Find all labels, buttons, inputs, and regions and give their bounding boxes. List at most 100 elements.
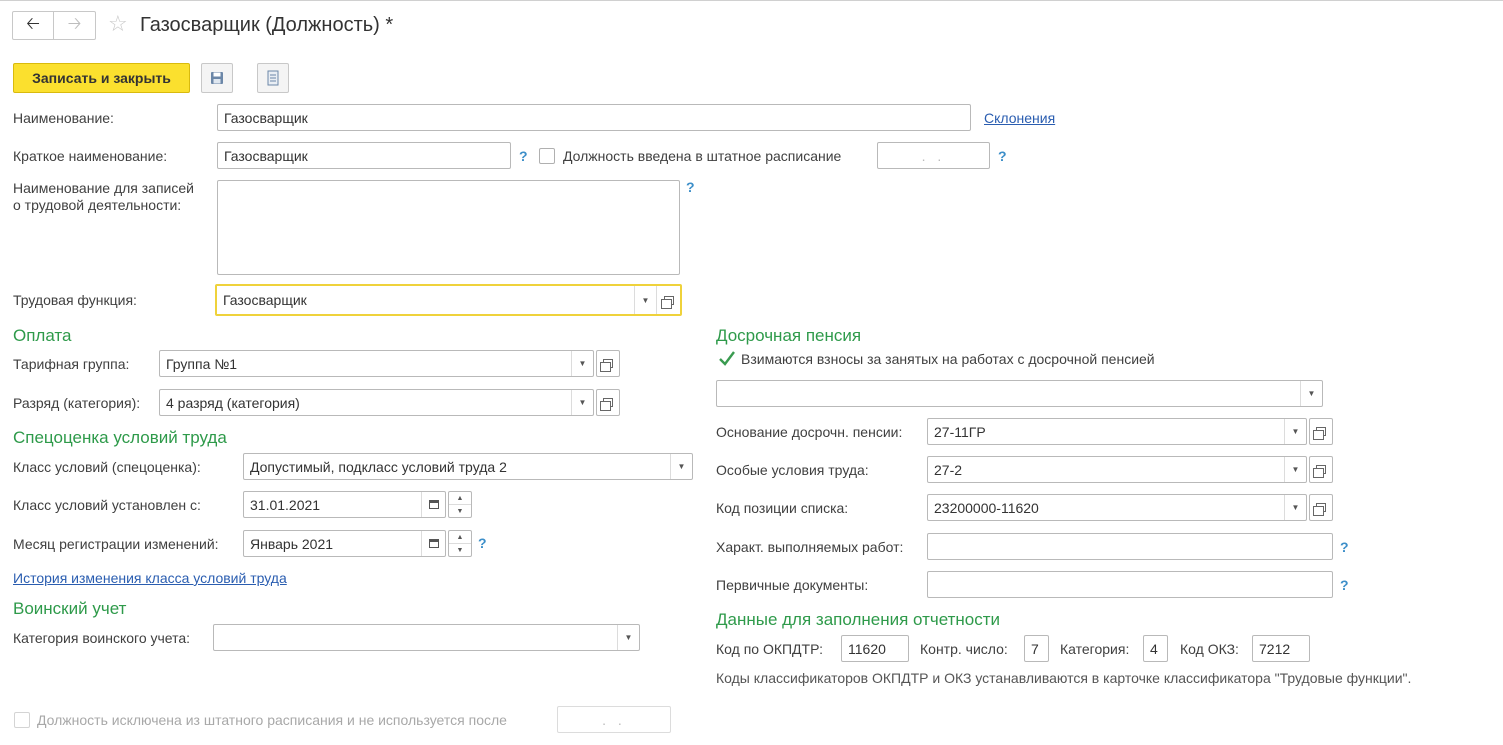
open-icon xyxy=(1313,465,1326,478)
okpdtr-input[interactable]: 11620 xyxy=(841,635,909,662)
contrib-type-select[interactable]: ▼ xyxy=(716,380,1323,407)
work-char-input[interactable] xyxy=(927,533,1333,560)
excluded-date-placeholder: . . xyxy=(602,711,626,728)
section-early-pension-title: Досрочная пенсия xyxy=(716,326,862,345)
military-category-label: Категория воинского учета: xyxy=(13,630,191,646)
spin-up-icon[interactable]: ▲ xyxy=(449,531,471,544)
spin-up-icon[interactable]: ▲ xyxy=(449,492,471,505)
arrow-left-icon: 🡠 xyxy=(26,14,40,33)
list-code-select[interactable]: 23200000-11620 ▼ xyxy=(927,494,1307,521)
save-and-close-button[interactable]: Записать и закрыть xyxy=(13,63,190,93)
list-code-label: Код позиции списка: xyxy=(716,500,849,516)
contrib-checkbox-label: Взимаются взносы за занятых на работах с… xyxy=(741,351,1155,367)
short-name-label: Краткое наименование: xyxy=(13,148,168,164)
arrow-right-icon: 🡢 xyxy=(67,14,82,33)
pension-basis-select[interactable]: 27-11ГР ▼ xyxy=(927,418,1307,445)
short-name-input[interactable]: Газосварщик xyxy=(217,142,511,169)
declensions-link[interactable]: Склонения xyxy=(984,110,1055,126)
pension-basis-open-button[interactable] xyxy=(1309,418,1333,445)
check-number-label: Контр. число: xyxy=(920,641,1008,657)
forward-button[interactable]: 🡢 xyxy=(54,12,95,39)
reg-month-input[interactable]: Январь 2021 xyxy=(243,530,446,557)
back-button[interactable]: 🡠 xyxy=(13,12,54,39)
reporting-note: Коды классификаторов ОКПДТР и ОКЗ устана… xyxy=(716,670,1412,686)
spin-down-icon[interactable]: ▼ xyxy=(449,505,471,517)
help-icon[interactable]: ? xyxy=(1340,539,1349,555)
name-label: Наименование: xyxy=(13,110,114,126)
more-actions-button[interactable] xyxy=(257,63,289,93)
chevron-down-icon[interactable]: ▼ xyxy=(1284,495,1306,520)
class-since-spinner[interactable]: ▲ ▼ xyxy=(448,491,472,518)
class-since-date-input[interactable]: 31.01.2021 xyxy=(243,491,446,518)
open-icon xyxy=(600,398,613,411)
nav-button-group: 🡠 🡢 xyxy=(12,11,96,40)
calendar-icon xyxy=(428,539,439,548)
tariff-group-value: Группа №1 xyxy=(166,355,238,372)
chevron-down-icon[interactable]: ▼ xyxy=(571,390,593,415)
reporting-category-input[interactable]: 4 xyxy=(1143,635,1168,662)
staff-date-placeholder: . . xyxy=(921,147,946,164)
excluded-checkbox-label: Должность исключена из штатного расписан… xyxy=(37,712,507,728)
grade-select[interactable]: 4 разряд (категория) ▼ xyxy=(159,389,594,416)
name-input[interactable]: Газосварщик xyxy=(217,104,971,131)
staff-date-input[interactable]: . . xyxy=(877,142,990,169)
class-value: Допустимый, подкласс условий труда 2 xyxy=(250,458,507,475)
class-select[interactable]: Допустимый, подкласс условий труда 2 ▼ xyxy=(243,453,693,480)
help-icon[interactable]: ? xyxy=(519,148,528,164)
chevron-down-icon[interactable]: ▼ xyxy=(1300,381,1322,406)
section-special-assessment-title: Спецоценка условий труда xyxy=(13,428,227,447)
chevron-down-icon[interactable]: ▼ xyxy=(571,351,593,376)
tariff-group-open-button[interactable] xyxy=(596,350,620,377)
work-char-label: Характ. выполняемых работ: xyxy=(716,539,904,555)
military-category-select[interactable]: ▼ xyxy=(213,624,640,651)
chevron-down-icon[interactable]: ▼ xyxy=(1284,419,1306,444)
check-number-input[interactable]: 7 xyxy=(1024,635,1049,662)
special-conditions-open-button[interactable] xyxy=(1309,456,1333,483)
grade-open-button[interactable] xyxy=(596,389,620,416)
list-code-open-button[interactable] xyxy=(1309,494,1333,521)
chevron-down-icon[interactable]: ▼ xyxy=(670,454,692,479)
reg-month-value: Январь 2021 xyxy=(250,535,334,552)
chevron-down-icon[interactable]: ▼ xyxy=(1284,457,1306,482)
help-icon[interactable]: ? xyxy=(686,179,695,195)
star-icon[interactable]: ☆ xyxy=(108,12,128,36)
chevron-down-icon[interactable]: ▼ xyxy=(617,625,639,650)
reporting-category-label: Категория: xyxy=(1060,641,1130,657)
window-title: Газосварщик (Должность) * xyxy=(140,14,394,36)
open-icon xyxy=(1313,503,1326,516)
section-reporting-title: Данные для заполнения отчетности xyxy=(716,610,1001,629)
work-record-textarea[interactable] xyxy=(217,180,680,275)
help-icon[interactable]: ? xyxy=(1340,577,1349,593)
contrib-checkbox[interactable] xyxy=(718,350,736,368)
calendar-icon xyxy=(428,500,439,509)
okz-label: Код ОКЗ: xyxy=(1180,641,1239,657)
class-label: Класс условий (спецоценка): xyxy=(13,459,201,475)
pension-basis-value: 27-11ГР xyxy=(934,423,986,440)
calendar-button[interactable] xyxy=(421,531,445,556)
grade-value: 4 разряд (категория) xyxy=(166,394,300,411)
help-icon[interactable]: ? xyxy=(998,148,1007,164)
reg-month-label: Месяц регистрации изменений: xyxy=(13,536,219,552)
tariff-group-select[interactable]: Группа №1 ▼ xyxy=(159,350,594,377)
open-icon[interactable] xyxy=(656,286,680,314)
class-history-link[interactable]: История изменения класса условий труда xyxy=(13,570,287,586)
spin-down-icon[interactable]: ▼ xyxy=(449,544,471,556)
okz-input[interactable]: 7212 xyxy=(1252,635,1310,662)
primary-docs-input[interactable] xyxy=(927,571,1333,598)
labor-function-select[interactable]: Газосварщик ▼ xyxy=(215,284,682,316)
special-conditions-select[interactable]: 27-2 ▼ xyxy=(927,456,1307,483)
labor-function-value: Газосварщик xyxy=(223,292,307,308)
work-record-label: Наименование для записей xyxy=(13,180,194,196)
excluded-date-input[interactable]: . . xyxy=(557,706,671,733)
staff-checkbox[interactable] xyxy=(539,148,555,164)
help-icon[interactable]: ? xyxy=(478,535,487,551)
save-button[interactable] xyxy=(201,63,233,93)
reg-month-spinner[interactable]: ▲ ▼ xyxy=(448,530,472,557)
chevron-down-icon[interactable]: ▼ xyxy=(634,286,656,314)
calendar-button[interactable] xyxy=(421,492,445,517)
labor-function-label: Трудовая функция: xyxy=(13,292,137,308)
staff-checkbox-label: Должность введена в штатное расписание xyxy=(563,148,842,164)
top-divider xyxy=(0,0,1503,1)
list-code-value: 23200000-11620 xyxy=(934,499,1039,516)
excluded-checkbox[interactable] xyxy=(14,712,30,728)
